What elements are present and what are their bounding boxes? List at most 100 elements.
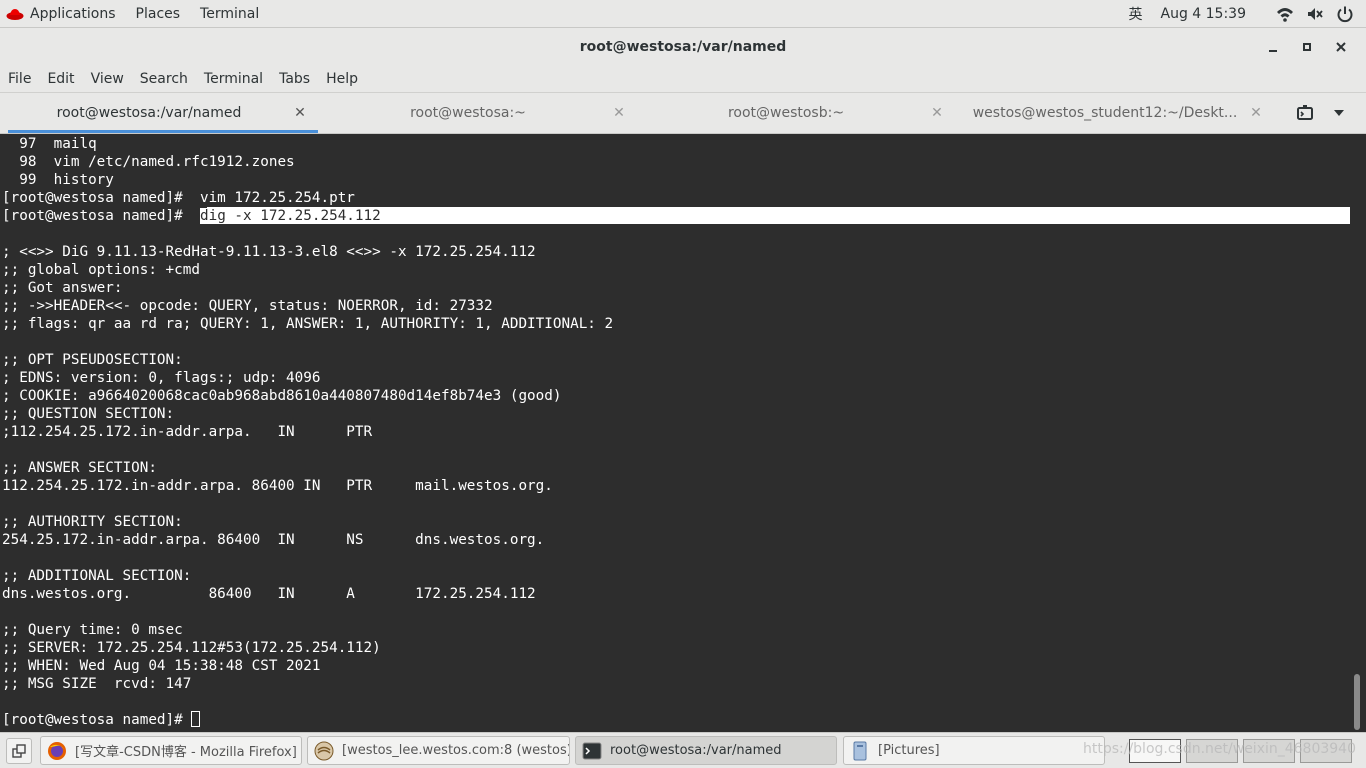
- terminal-line-text: [root@westosa named]#: [2, 208, 200, 224]
- chevron-down-icon: [1334, 110, 1344, 116]
- wifi-icon[interactable]: [1276, 5, 1294, 23]
- tab-close-icon[interactable]: ✕: [1246, 105, 1266, 121]
- terminal-line: dns.westos.org. 86400 IN A 172.25.254.11…: [2, 585, 613, 603]
- window-titlebar[interactable]: root@westosa:/var/named: [0, 28, 1366, 65]
- terminal-line: ;; OPT PSEUDOSECTION:: [2, 351, 613, 369]
- menu-search[interactable]: Search: [132, 71, 196, 87]
- terminal-line-text: 99 history: [2, 172, 114, 188]
- terminal-line-text: ;; global options: +cmd: [2, 262, 200, 278]
- terminal-line: ;; Got answer:: [2, 279, 613, 297]
- tab-label: westos@westos_student12:~/Deskt...: [972, 105, 1238, 121]
- terminal-line: [root@westosa named]# dig -x 172.25.254.…: [2, 207, 613, 225]
- terminal-line: 254.25.172.in-addr.arpa. 86400 IN NS dns…: [2, 531, 613, 549]
- terminal-output[interactable]: 97 mailq 98 vim /etc/named.rfc1912.zones…: [0, 134, 1366, 732]
- panel-menu: Applications Places Terminal: [0, 0, 269, 27]
- applications-label: Applications: [30, 5, 116, 22]
- terminal-scrollbar[interactable]: [1354, 674, 1360, 730]
- places-menu[interactable]: Places: [126, 0, 191, 27]
- terminal-line: [root@westosa named]# vim 172.25.254.ptr: [2, 189, 613, 207]
- panel-status-area: 英 Aug 4 15:39: [1129, 0, 1366, 28]
- taskbar-label: root@westosa:/var/named: [610, 743, 782, 758]
- menu-file[interactable]: File: [0, 71, 39, 87]
- taskbar-terminal[interactable]: root@westosa:/var/named: [575, 736, 837, 765]
- terminal-line-text: ;; SERVER: 172.25.254.112#53(172.25.254.…: [2, 640, 381, 656]
- tab-root-westosa-home[interactable]: root@westosa:~ ✕: [327, 93, 637, 133]
- tab-root-westosa-var-named[interactable]: root@westosa:/var/named ✕: [8, 93, 318, 133]
- tab-westos-student12-desktop[interactable]: westos@westos_student12:~/Deskt... ✕: [964, 93, 1274, 133]
- top-panel: Applications Places Terminal 英 Aug 4 15:…: [0, 0, 1366, 28]
- firefox-icon: [48, 741, 66, 760]
- terminal-line-text: ;; Query time: 0 msec: [2, 622, 183, 638]
- terminal-new-tab-icon: [1297, 105, 1313, 120]
- terminal-line: 98 vim /etc/named.rfc1912.zones: [2, 153, 613, 171]
- menubar: File Edit View Search Terminal Tabs Help: [0, 65, 1366, 93]
- terminal-line: ;; flags: qr aa rd ra; QUERY: 1, ANSWER:…: [2, 315, 613, 333]
- terminal-line: ;112.254.25.172.in-addr.arpa. IN PTR: [2, 423, 613, 441]
- terminal-line-text: ;; OPT PSEUDOSECTION:: [2, 352, 183, 368]
- close-icon: [1336, 41, 1346, 52]
- terminal-line-text: 254.25.172.in-addr.arpa. 86400 IN NS dns…: [2, 532, 545, 548]
- tab-list-dropdown[interactable]: [1322, 109, 1356, 117]
- terminal-line: ; EDNS: version: 0, flags:; udp: 4096: [2, 369, 613, 387]
- minimize-button[interactable]: [1256, 28, 1290, 65]
- tab-tools: [1288, 93, 1356, 133]
- terminal-line-text: dns.westos.org. 86400 IN A 172.25.254.11…: [2, 586, 536, 602]
- tab-label: root@westosa:/var/named: [56, 105, 242, 121]
- taskbar-firefox[interactable]: [写文章-CSDN博客 - Mozilla Firefox]: [40, 736, 302, 765]
- tab-close-icon[interactable]: ✕: [609, 105, 629, 121]
- bottom-taskbar: [写文章-CSDN博客 - Mozilla Firefox] [westos_l…: [0, 732, 1366, 768]
- taskbar-label: [westos_lee.westos.com:8 (westos)...: [342, 743, 570, 758]
- terminal-line-text: ; <<>> DiG 9.11.13-RedHat-9.11.13-3.el8 …: [2, 244, 536, 260]
- terminal-line: 99 history: [2, 171, 613, 189]
- terminal-line: 97 mailq: [2, 135, 613, 153]
- vnc-viewer-icon: [314, 741, 334, 760]
- tab-close-icon[interactable]: ✕: [290, 105, 310, 121]
- terminal-line: ;; ADDITIONAL SECTION:: [2, 567, 613, 585]
- terminal-line-text: ;; ADDITIONAL SECTION:: [2, 568, 192, 584]
- terminal-line-text: ; EDNS: version: 0, flags:; udp: 4096: [2, 370, 321, 386]
- menu-terminal[interactable]: Terminal: [196, 71, 271, 87]
- terminal-line: ;; QUESTION SECTION:: [2, 405, 613, 423]
- power-icon[interactable]: [1336, 5, 1354, 23]
- input-method-indicator[interactable]: 英: [1129, 4, 1143, 24]
- taskbar-file-manager[interactable]: [Pictures]: [843, 736, 1105, 765]
- terminal-line-text: ;; QUESTION SECTION:: [2, 406, 175, 422]
- terminal-line-text: ;; flags: qr aa rd ra; QUERY: 1, ANSWER:…: [2, 316, 614, 332]
- clock[interactable]: Aug 4 15:39: [1161, 6, 1247, 22]
- tab-label: root@westosb:~: [727, 105, 845, 121]
- tab-close-icon[interactable]: ✕: [927, 105, 947, 121]
- terminal-line-text: ;; ->>HEADER<<- opcode: QUERY, status: N…: [2, 298, 493, 314]
- redhat-logo-icon: [6, 8, 24, 20]
- close-window-button[interactable]: [1324, 28, 1358, 65]
- show-desktop-icon: [12, 744, 26, 758]
- terminal-line-text: ;112.254.25.172.in-addr.arpa. IN PTR: [2, 424, 373, 440]
- terminal-app-menu[interactable]: Terminal: [190, 0, 269, 27]
- maximize-button[interactable]: [1290, 28, 1324, 65]
- terminal-line: ;; AUTHORITY SECTION:: [2, 513, 613, 531]
- window-controls: [1256, 28, 1358, 65]
- menu-tabs[interactable]: Tabs: [271, 71, 318, 87]
- menu-help[interactable]: Help: [318, 71, 366, 87]
- menu-edit[interactable]: Edit: [39, 71, 82, 87]
- menu-view[interactable]: View: [83, 71, 132, 87]
- tab-label: root@westosa:~: [410, 105, 526, 121]
- terminal-line: ; COOKIE: a9664020068cac0ab968abd8610a44…: [2, 387, 613, 405]
- show-desktop-button[interactable]: [6, 738, 32, 764]
- terminal-cursor: [191, 711, 201, 727]
- applications-menu[interactable]: Applications: [0, 0, 126, 27]
- volume-muted-icon[interactable]: [1306, 5, 1324, 23]
- terminal-line: [root@westosa named]#: [2, 711, 613, 729]
- terminal-line-text: ; COOKIE: a9664020068cac0ab968abd8610a44…: [2, 388, 562, 404]
- taskbar-vnc-viewer[interactable]: [westos_lee.westos.com:8 (westos)...: [307, 736, 570, 765]
- tab-root-westosb-home[interactable]: root@westosb:~ ✕: [645, 93, 955, 133]
- terminal-line-text: ;; Got answer:: [2, 280, 123, 296]
- new-tab-button[interactable]: [1288, 104, 1322, 122]
- terminal-line: ;; Query time: 0 msec: [2, 621, 613, 639]
- terminal-text: 97 mailq 98 vim /etc/named.rfc1912.zones…: [2, 135, 613, 729]
